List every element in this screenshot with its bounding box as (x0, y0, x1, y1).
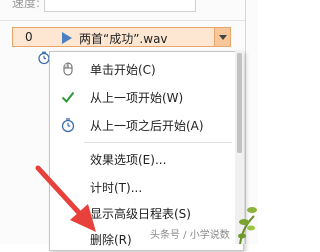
speed-dropdown[interactable] (44, 0, 196, 12)
animation-list-item[interactable]: 0 两首“成功”.wav (12, 27, 231, 47)
clock-icon (61, 118, 75, 133)
watermark: 头条号 / 小学说数 (150, 230, 230, 241)
check-icon (61, 91, 75, 104)
scrollbar-thumb[interactable] (237, 53, 242, 153)
speed-label: 速度: (12, 0, 41, 10)
plant-decoration (238, 207, 257, 244)
menu-item-after-previous[interactable]: 从上一项之后开始(A) (50, 112, 235, 138)
play-icon (62, 32, 72, 44)
divider (0, 20, 246, 21)
menu-item-label: 从上一项开始(W) (90, 91, 184, 105)
menu-item-with-previous[interactable]: 从上一项开始(W) (50, 84, 235, 110)
mouse-icon (63, 62, 73, 76)
menu-separator (84, 142, 232, 143)
animation-dropdown-button[interactable] (214, 28, 230, 46)
red-arrow-annotation (35, 165, 96, 232)
menu-item-label: 从上一项之后开始(A) (90, 119, 204, 133)
menu-item-on-click[interactable]: 单击开始(C) (50, 56, 235, 82)
animation-name: 两首“成功”.wav (79, 32, 168, 46)
animation-index: 0 (25, 30, 33, 44)
menu-item-label: 单击开始(C) (90, 63, 156, 77)
